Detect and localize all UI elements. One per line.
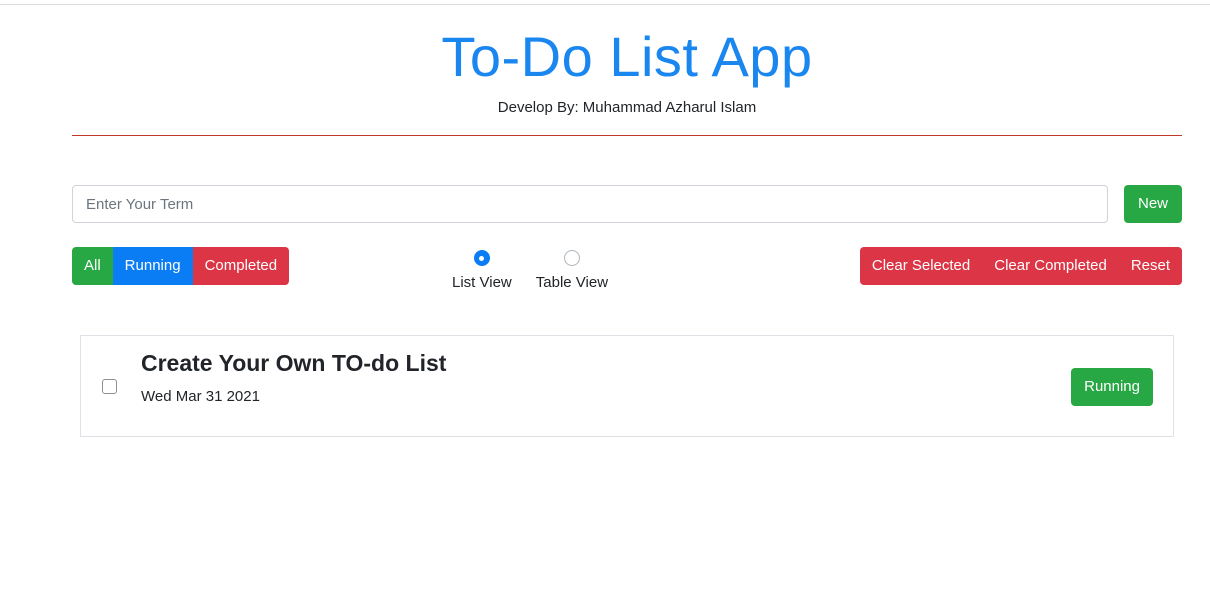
- view-toggle: List View Table View: [452, 250, 608, 291]
- todo-status-button[interactable]: Running: [1071, 368, 1153, 406]
- action-button-group: Clear Selected Clear Completed Reset: [859, 247, 1182, 285]
- clear-completed-button[interactable]: Clear Completed: [982, 247, 1119, 285]
- filter-completed-button[interactable]: Completed: [192, 247, 290, 285]
- todo-item: Create Your Own TO-do List Wed Mar 31 20…: [80, 335, 1174, 437]
- table-view-radio[interactable]: [563, 250, 580, 266]
- table-view-option[interactable]: Table View: [536, 250, 608, 291]
- todo-date: Wed Mar 31 2021: [141, 388, 260, 405]
- todo-checkbox[interactable]: [102, 379, 117, 394]
- developer-credit: Develop By: Muhammad Azharul Islam: [497, 99, 757, 116]
- search-input[interactable]: [72, 185, 1108, 223]
- table-view-label: Table View: [535, 274, 609, 291]
- filter-button-group: All Running Completed: [72, 247, 290, 285]
- clear-selected-button[interactable]: Clear Selected: [859, 247, 983, 285]
- list-view-radio[interactable]: [473, 250, 490, 266]
- header-divider: [72, 135, 1182, 136]
- filter-all-button[interactable]: All: [72, 247, 113, 285]
- todo-title: Create Your Own TO-do List: [141, 350, 447, 376]
- window-top-border: [0, 4, 1210, 5]
- filter-running-button[interactable]: Running: [112, 247, 193, 285]
- list-view-label: List View: [452, 274, 512, 291]
- reset-button[interactable]: Reset: [1118, 247, 1182, 285]
- new-button[interactable]: New: [1124, 185, 1182, 223]
- page-title: To-Do List App: [441, 25, 813, 88]
- list-view-option[interactable]: List View: [452, 250, 512, 291]
